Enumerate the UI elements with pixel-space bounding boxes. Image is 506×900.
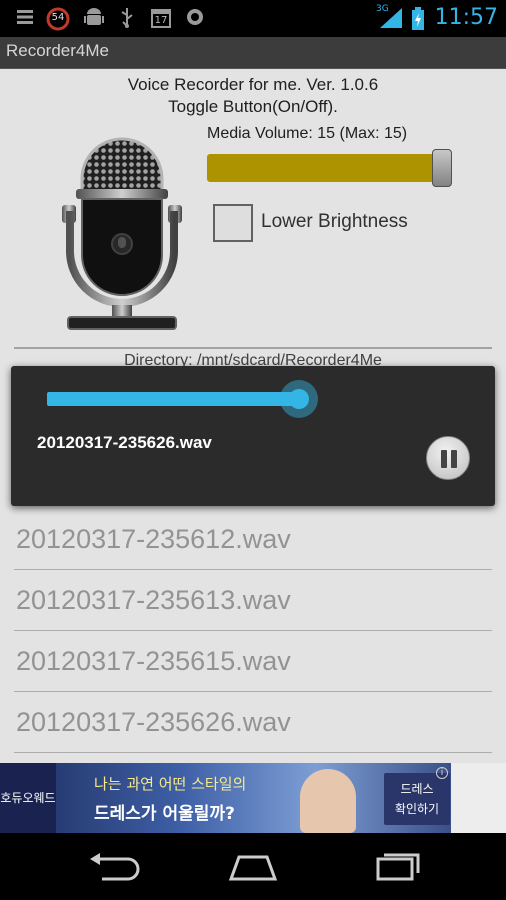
status-time: 11:57 bbox=[434, 5, 498, 30]
pause-icon-bar-left bbox=[441, 450, 447, 468]
volume-slider-thumb[interactable] bbox=[432, 149, 452, 187]
list-item[interactable]: 20120317-235626.wav bbox=[14, 692, 492, 753]
calendar-icon: 17 bbox=[150, 7, 172, 29]
list-item[interactable]: 20120317-235613.wav bbox=[14, 570, 492, 631]
status-bar: 54 17 3G 11:57 bbox=[0, 0, 506, 37]
back-button[interactable] bbox=[84, 851, 140, 883]
media-player-popup: 20120317-235626.wav bbox=[11, 366, 495, 506]
list-item[interactable]: 20120317-235615.wav bbox=[14, 631, 492, 692]
recordings-list: 20120317-235612.wav 20120317-235613.wav … bbox=[14, 509, 492, 753]
track-name: 20120317-235626.wav bbox=[37, 433, 212, 452]
calendar-day: 17 bbox=[154, 15, 168, 26]
pause-icon-bar-right bbox=[451, 450, 457, 468]
recents-button[interactable] bbox=[368, 851, 424, 883]
ad-headline: 나는 과연 어떤 스타일의 bbox=[94, 775, 247, 793]
action-bar: Recorder4Me bbox=[0, 37, 506, 69]
microphone-toggle-button[interactable] bbox=[58, 119, 186, 331]
microphone-icon bbox=[62, 137, 182, 330]
volume-slider[interactable] bbox=[207, 154, 447, 182]
lower-brightness-checkbox[interactable] bbox=[213, 204, 253, 242]
notification-badge-count: 54 bbox=[51, 12, 65, 23]
lower-brightness-label[interactable]: Lower Brightness bbox=[261, 211, 408, 233]
ad-banner[interactable]: 호듀오웨드 나는 과연 어떤 스타일의 드레스가 어울릴까? 드레스 확인하기 … bbox=[0, 763, 451, 833]
pause-button[interactable] bbox=[426, 436, 470, 480]
ad-side-space bbox=[451, 763, 506, 833]
signal-icon bbox=[378, 7, 404, 29]
battery-icon bbox=[410, 7, 426, 30]
list-icon bbox=[14, 7, 36, 29]
ad-cta-line1: 드레스 bbox=[400, 782, 434, 796]
ad-model-image bbox=[300, 769, 356, 833]
ad-subheadline: 드레스가 어울릴까? bbox=[94, 804, 235, 824]
seek-thumb[interactable] bbox=[280, 380, 318, 418]
ad-logo: 호듀오웨드 bbox=[0, 763, 56, 833]
divider bbox=[14, 347, 492, 349]
notification-badge-icon: 54 bbox=[46, 7, 70, 31]
navigation-bar bbox=[0, 833, 506, 900]
chat-icon bbox=[184, 7, 206, 29]
home-button[interactable] bbox=[225, 851, 281, 883]
usb-icon bbox=[116, 7, 138, 29]
home-icon bbox=[228, 855, 278, 881]
recents-icon bbox=[376, 853, 420, 881]
back-icon bbox=[90, 853, 140, 881]
version-text: Voice Recorder for me. Ver. 1.0.6 bbox=[127, 75, 379, 94]
seek-thumb-core bbox=[289, 389, 309, 409]
toggle-hint-text: Toggle Button(On/Off). bbox=[168, 97, 338, 116]
android-icon bbox=[82, 7, 106, 29]
ad-cta-button[interactable]: 드레스 확인하기 bbox=[384, 773, 450, 825]
seek-bar[interactable] bbox=[47, 392, 307, 406]
ad-info-icon[interactable]: i bbox=[436, 767, 448, 779]
app-title: Recorder4Me bbox=[6, 41, 109, 60]
ad-cta-line2: 확인하기 bbox=[394, 802, 440, 816]
list-item[interactable]: 20120317-235612.wav bbox=[14, 509, 492, 570]
volume-label: Media Volume: 15 (Max: 15) bbox=[207, 125, 408, 142]
